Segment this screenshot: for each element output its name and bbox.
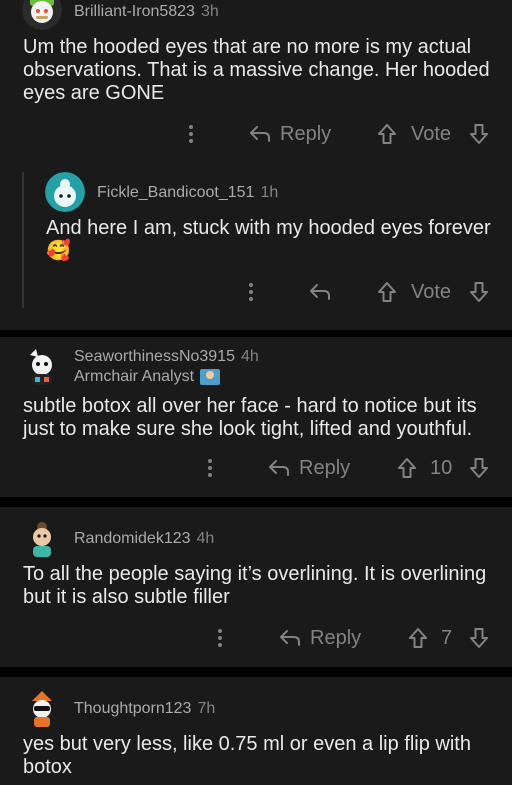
reply-label: Reply	[299, 456, 351, 479]
comment-header: Brilliant-Iron5823 3h	[74, 0, 219, 24]
comment-time: 4h	[196, 530, 215, 547]
avatar[interactable]	[22, 0, 62, 30]
reply-arrow-icon	[250, 126, 270, 142]
laptop-person-icon	[200, 369, 221, 385]
user-flair: Armchair Analyst	[74, 368, 221, 386]
comment-actions: Reply Vote	[0, 119, 512, 149]
comment-text: To all the people saying it’s overlining…	[23, 563, 487, 608]
reply-button[interactable]: Reply	[278, 627, 361, 650]
comment-header: Thoughtporn123 7h	[74, 697, 215, 721]
reply-icon[interactable]	[308, 282, 332, 302]
reply-label: Reply	[310, 626, 362, 649]
avatar[interactable]	[22, 519, 62, 559]
upvote-icon[interactable]	[376, 281, 398, 303]
more-options-icon[interactable]	[183, 123, 199, 145]
comment-actions: Reply 7	[0, 623, 512, 653]
vote-label: Vote	[411, 280, 452, 303]
more-options-icon[interactable]	[212, 627, 228, 649]
downvote-icon[interactable]	[468, 281, 490, 303]
author-name[interactable]: SeaworthinessNo3915	[74, 348, 235, 366]
comment-actions: Reply 10	[0, 453, 512, 483]
comment-time: 3h	[200, 3, 219, 20]
upvote-icon[interactable]	[407, 627, 429, 649]
more-options-icon[interactable]	[243, 281, 259, 303]
comment-text: subtle botox all over her face - hard to…	[23, 395, 477, 440]
comment-header: Randomidek123 4h	[74, 527, 214, 551]
comment-text: And here I am, stuck with my hooded eyes…	[46, 217, 496, 263]
avatar[interactable]	[22, 689, 62, 729]
more-options-icon[interactable]	[202, 457, 218, 479]
comments-feed: Brilliant-Iron5823 3h Um the hooded eyes…	[0, 0, 512, 785]
comment-time: 7h	[197, 700, 216, 717]
comment-header: Fickle_Bandicoot_151 1h	[97, 181, 278, 205]
reply-label: Reply	[280, 122, 332, 145]
downvote-icon[interactable]	[468, 627, 490, 649]
comment-card: Thoughtporn123 7h yes but very less, lik…	[0, 677, 512, 785]
comment-text: yes but very less, like 0.75 ml or even …	[23, 733, 471, 778]
flair-text: Armchair Analyst	[74, 368, 195, 385]
comment-text: Um the hooded eyes that are no more is m…	[23, 36, 490, 104]
downvote-icon[interactable]	[468, 457, 490, 479]
comment-card: SeaworthinessNo3915 4h Armchair Analyst …	[0, 337, 512, 497]
vote-count: 7	[441, 626, 453, 649]
comment-card: Brilliant-Iron5823 3h Um the hooded eyes…	[0, 0, 512, 330]
vote-count: 10	[430, 456, 453, 479]
downvote-icon[interactable]	[468, 123, 490, 145]
comment-time: 4h	[241, 348, 259, 365]
author-name[interactable]: Thoughtporn123	[74, 700, 191, 718]
comment-text-line: And here I am, stuck with my hooded eyes…	[46, 217, 491, 239]
comment-card: Randomidek123 4h To all the people sayin…	[0, 507, 512, 667]
reply-button[interactable]: Reply	[267, 457, 350, 480]
reply-button[interactable]: Reply	[248, 123, 331, 146]
upvote-icon[interactable]	[376, 123, 398, 145]
smiling-hearts-emoji: 🥰	[46, 240, 71, 262]
vote-label: Vote	[411, 122, 452, 145]
author-name[interactable]: Fickle_Bandicoot_151	[97, 184, 254, 202]
avatar[interactable]	[45, 172, 85, 212]
upvote-icon[interactable]	[396, 457, 418, 479]
comment-time: 1h	[260, 184, 279, 201]
comment-actions: Vote	[0, 277, 512, 307]
author-name[interactable]: Randomidek123	[74, 530, 191, 548]
reply-arrow-icon	[280, 630, 300, 646]
avatar[interactable]	[22, 347, 62, 387]
author-name[interactable]: Brilliant-Iron5823	[74, 3, 195, 21]
comment-header: SeaworthinessNo3915 4h	[74, 345, 259, 369]
reply-arrow-icon	[269, 460, 289, 476]
